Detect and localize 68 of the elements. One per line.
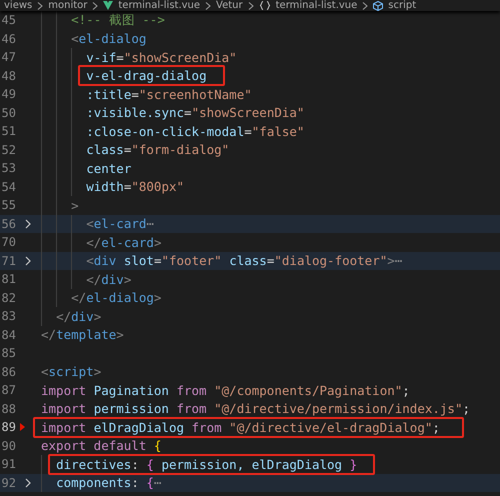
- code-line: components: {⋯: [56, 475, 162, 490]
- line-number: 47: [0, 50, 16, 64]
- chevron-icon: [248, 2, 254, 10]
- code-line: directives: { permission, elDragDialog }: [56, 456, 358, 472]
- chevron-icon[interactable]: [25, 478, 31, 488]
- code-line: :title="screenhotName": [86, 86, 252, 102]
- code-line: export default {: [41, 438, 162, 454]
- code-line: <el-dialog: [71, 31, 146, 46]
- line-number: 82: [0, 290, 16, 305]
- code-line: :visible.sync="showScreenDia": [86, 105, 304, 120]
- code-line: </div>: [86, 272, 132, 287]
- line-number: 88: [0, 402, 16, 416]
- line-number: 70: [0, 235, 16, 250]
- code-line: <script>: [41, 364, 102, 380]
- breadcrumb-item[interactable]: monitor: [48, 0, 88, 11]
- breadcrumb-item[interactable]: views: [4, 0, 32, 11]
- line-number: 54: [0, 180, 16, 194]
- code-line: import elDragDialog from "@/directive/el-dragDialog";: [41, 420, 440, 435]
- code-line: class="form-dialog": [86, 142, 230, 158]
- code-line: import permission from "@/directive/permission/index.js";: [41, 401, 470, 416]
- line-number: 92: [0, 476, 16, 490]
- code-line: <el-card⋯: [86, 216, 154, 232]
- cube-icon: [373, 0, 384, 10]
- chevron-icon: [37, 2, 44, 10]
- braces-icon: [258, 1, 271, 10]
- line-number: 83: [0, 309, 16, 324]
- line-number: 51: [0, 124, 16, 138]
- line-number: 48: [0, 68, 16, 83]
- code-line: >: [71, 198, 79, 213]
- code-line: </el-dialog>: [71, 290, 162, 306]
- line-number: 91: [0, 457, 16, 472]
- line-number: 86: [0, 364, 16, 379]
- code-line: </div>: [56, 308, 102, 324]
- line-number: 87: [0, 383, 16, 398]
- chevron-icon: [205, 2, 212, 10]
- line-number: 56: [0, 216, 16, 231]
- line-number: 52: [0, 142, 16, 157]
- line-number: 81: [0, 272, 16, 286]
- line-number: 85: [0, 346, 16, 360]
- breadcrumb-item[interactable]: terminal-list.vue: [276, 0, 358, 11]
- code-line: </template>: [41, 327, 124, 342]
- breadcrumb-item[interactable]: Vetur: [216, 0, 243, 11]
- chevron-icon[interactable]: [25, 218, 31, 229]
- code-line: </el-card>: [86, 234, 162, 250]
- line-number: 84: [0, 328, 16, 342]
- line-number: 71: [0, 254, 16, 268]
- line-number: 49: [0, 87, 16, 102]
- code-line: import Pagination from "@/components/Pagination";: [41, 382, 410, 398]
- chevron-icon[interactable]: [25, 256, 31, 266]
- line-number: 50: [0, 106, 16, 120]
- line-number: 89: [0, 420, 16, 434]
- code-line: <!-- 截图 -->: [71, 12, 165, 29]
- line-number: 45: [0, 13, 16, 28]
- line-number: 55: [0, 198, 16, 212]
- chevron-icon: [92, 2, 98, 10]
- code-line: center: [86, 160, 132, 176]
- code-line: <div slot="footer" class="dialog-footer">⋯: [86, 253, 402, 268]
- line-number: 53: [0, 161, 16, 176]
- chevron-icon: [362, 2, 368, 10]
- line-number: 46: [0, 32, 16, 46]
- breadcrumb-item[interactable]: terminal-list.vue: [118, 0, 200, 11]
- code-line: v-el-drag-dialog: [86, 68, 207, 84]
- code-line: :close-on-click-modal="false": [86, 124, 304, 139]
- line-number: 90: [0, 438, 16, 453]
- breadcrumb-item[interactable]: script: [388, 0, 416, 11]
- code-line: v-if="showScreenDia": [86, 50, 237, 65]
- vue-icon: [103, 1, 114, 10]
- code-line: width="800px": [86, 179, 184, 194]
